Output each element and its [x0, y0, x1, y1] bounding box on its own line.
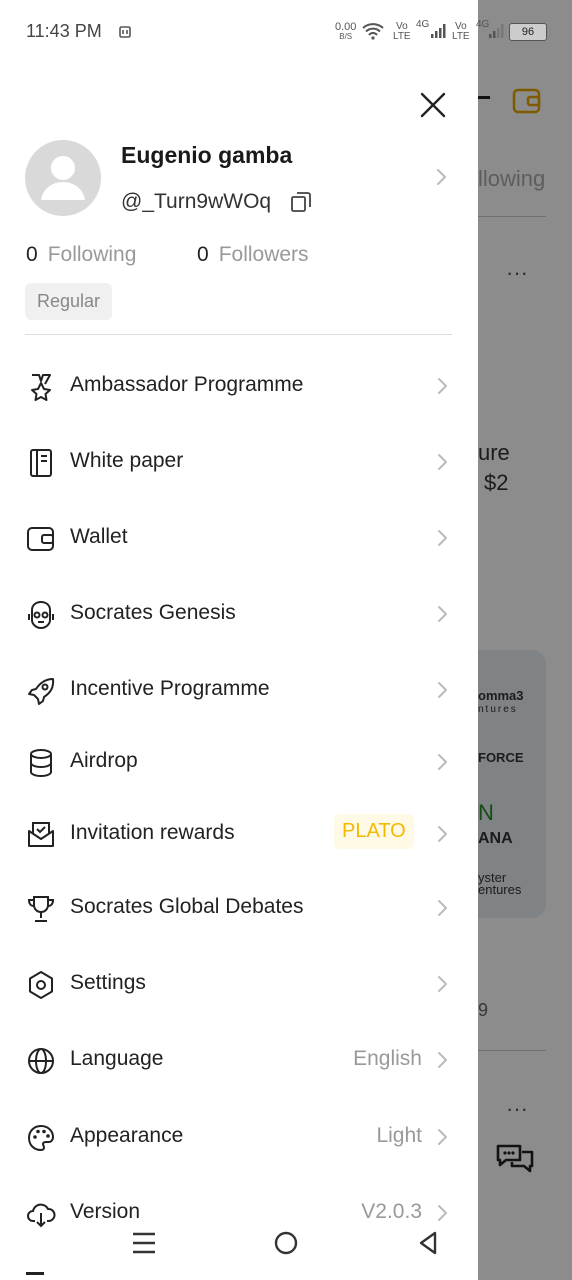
volte-1-lte: LTE: [393, 31, 411, 42]
followers-count: 0: [197, 243, 209, 266]
menu-lines-icon: [133, 1232, 155, 1254]
home-circle-icon: [274, 1231, 298, 1255]
profile-handle: @_Turn9wWOq: [121, 190, 272, 213]
net-speed-value: 0.00: [335, 21, 357, 33]
robot-icon: [26, 600, 56, 630]
home-button[interactable]: [271, 1228, 301, 1258]
battery-indicator: 96: [509, 23, 547, 41]
side-drawer: Eugenio gamba @_Turn9wWOq 0 Following 0 Fo…: [0, 0, 478, 1280]
signal-icon-2: [488, 23, 504, 39]
chevron-right-icon: [434, 975, 450, 993]
menu-item-label: Wallet: [70, 525, 128, 548]
chevron-right-icon: [434, 453, 450, 471]
menu-item-label: Socrates Global Debates: [70, 895, 304, 918]
chevron-right-icon: [434, 825, 450, 843]
wifi-icon: [362, 22, 384, 40]
user-level-badge: Regular: [25, 283, 113, 320]
menu-item-settings[interactable]: Settings: [0, 954, 478, 1014]
menu-item-label: Socrates Genesis: [70, 601, 236, 624]
medal-icon: [26, 372, 56, 402]
followers-label: Followers: [218, 243, 309, 266]
chevron-right-icon: [434, 681, 450, 699]
chevron-right-icon: [434, 605, 450, 623]
net-speed: 0.00 B/S: [335, 22, 356, 42]
menu-item-socrates-genesis[interactable]: Socrates Genesis: [0, 584, 478, 644]
back-triangle-icon: [419, 1231, 437, 1255]
menu-item-label: Ambassador Programme: [70, 373, 304, 396]
following-label: Following: [47, 243, 137, 266]
database-icon: [26, 748, 56, 778]
volte-2: Vo LTE: [452, 22, 470, 42]
rocket-icon: [26, 676, 56, 706]
menu-item-label: Appearance: [70, 1124, 184, 1147]
back-button[interactable]: [413, 1228, 443, 1258]
menu-item-appearance[interactable]: Appearance Light: [0, 1107, 478, 1167]
menu-item-label: White paper: [70, 449, 184, 472]
menu-item-incentive-programme[interactable]: Incentive Programme: [0, 660, 478, 720]
chevron-right-icon: [434, 529, 450, 547]
drawer-scrim[interactable]: [478, 0, 572, 1280]
status-time: 11:43 PM: [26, 21, 102, 41]
profile-chevron-right-icon[interactable]: [432, 167, 450, 187]
recents-button[interactable]: [129, 1228, 159, 1258]
followers-stat[interactable]: 0 Followers: [197, 243, 309, 267]
envelope-icon: [26, 820, 56, 850]
profile-name: Eugenio gamba: [121, 142, 293, 168]
menu-item-label: Language: [70, 1047, 164, 1070]
menu-item-label: Invitation rewards: [70, 821, 235, 844]
menu-item-language[interactable]: Language English: [0, 1030, 478, 1090]
chevron-right-icon: [434, 753, 450, 771]
network-4g-1: 4G: [416, 19, 430, 30]
following-stat[interactable]: 0 Following: [26, 243, 136, 267]
user-icon: [41, 156, 85, 200]
volte-1: Vo LTE: [393, 22, 411, 42]
signal-icon-1: [430, 23, 446, 39]
avatar[interactable]: [25, 140, 101, 216]
chevron-right-icon: [434, 899, 450, 917]
appearance-value: Light: [376, 1124, 422, 1147]
chevron-right-icon: [434, 1128, 450, 1146]
following-count: 0: [26, 243, 38, 266]
book-icon: [26, 448, 56, 478]
volte-2-lte: LTE: [452, 31, 470, 42]
language-value: English: [353, 1047, 422, 1070]
menu-item-wallet[interactable]: Wallet: [0, 508, 478, 568]
chevron-right-icon: [434, 1051, 450, 1069]
globe-icon: [26, 1046, 56, 1076]
menu-item-white-paper[interactable]: White paper: [0, 432, 478, 492]
net-speed-unit: B/S: [339, 32, 353, 41]
wallet-icon: [26, 524, 56, 554]
notification-icon: [119, 25, 131, 39]
palette-icon: [26, 1123, 56, 1153]
system-nav-bar: [0, 1210, 478, 1280]
plato-tag: PLATO: [334, 814, 414, 849]
menu-item-airdrop[interactable]: Airdrop: [0, 732, 478, 792]
copy-icon[interactable]: [290, 191, 312, 213]
menu-item-label: Settings: [70, 971, 146, 994]
menu-item-invitation-rewards[interactable]: Invitation rewards PLATO: [0, 804, 478, 864]
trophy-icon: [26, 894, 56, 924]
hexagon-settings-icon: [26, 970, 56, 1000]
menu-item-label: Airdrop: [70, 749, 138, 772]
status-bar: 11:43 PM 0.00 B/S Vo LTE 4G Vo LTE 4G 96: [0, 0, 572, 64]
close-button[interactable]: [418, 90, 448, 120]
menu-item-ambassador-programme[interactable]: Ambassador Programme: [0, 356, 478, 416]
menu-item-label: Incentive Programme: [70, 677, 270, 700]
divider: [25, 334, 452, 335]
chevron-right-icon: [434, 377, 450, 395]
menu-item-socrates-global-debates[interactable]: Socrates Global Debates: [0, 878, 478, 938]
close-icon: [420, 92, 446, 118]
